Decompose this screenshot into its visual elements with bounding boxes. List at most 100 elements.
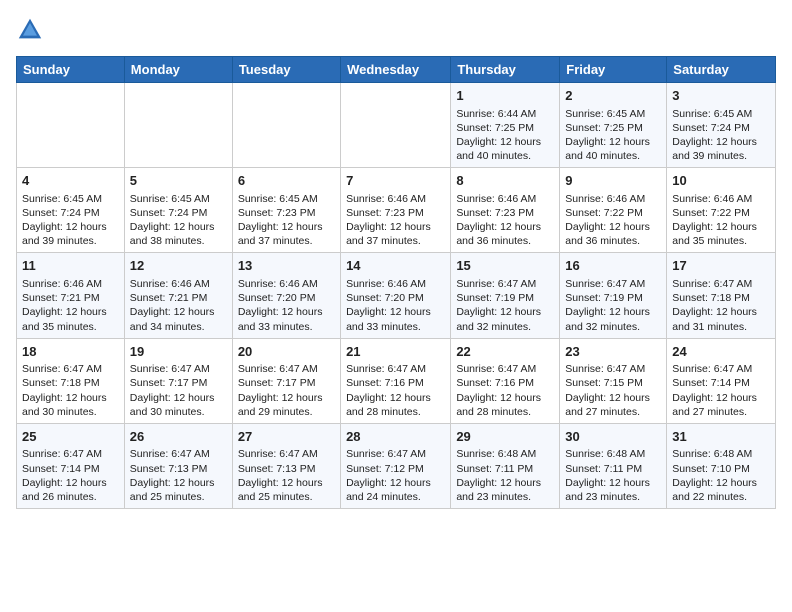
cell-text-line: Sunset: 7:13 PM — [238, 462, 335, 476]
cell-text-line: Daylight: 12 hours — [456, 305, 554, 319]
day-number: 8 — [456, 172, 554, 190]
cell-text-line: Sunset: 7:15 PM — [565, 376, 661, 390]
cell-text-line: Sunset: 7:16 PM — [346, 376, 445, 390]
cell-text-line: Sunset: 7:22 PM — [672, 206, 770, 220]
cell-text-line: Sunrise: 6:47 AM — [565, 277, 661, 291]
day-header-friday: Friday — [560, 57, 667, 83]
day-number: 19 — [130, 343, 227, 361]
calendar-cell — [341, 83, 451, 168]
cell-text-line: Sunrise: 6:45 AM — [672, 107, 770, 121]
day-number: 31 — [672, 428, 770, 446]
cell-content: 26Sunrise: 6:47 AMSunset: 7:13 PMDayligh… — [130, 428, 227, 504]
cell-text-line: Sunrise: 6:47 AM — [238, 362, 335, 376]
cell-text-line: and 22 minutes. — [672, 490, 770, 504]
calendar-cell: 24Sunrise: 6:47 AMSunset: 7:14 PMDayligh… — [667, 338, 776, 423]
calendar-cell: 11Sunrise: 6:46 AMSunset: 7:21 PMDayligh… — [17, 253, 125, 338]
day-number: 13 — [238, 257, 335, 275]
cell-text-line: Sunset: 7:25 PM — [565, 121, 661, 135]
cell-text-line: Sunrise: 6:45 AM — [238, 192, 335, 206]
cell-text-line: Sunset: 7:19 PM — [565, 291, 661, 305]
cell-text-line: Sunrise: 6:46 AM — [456, 192, 554, 206]
cell-text-line: and 38 minutes. — [130, 234, 227, 248]
cell-text-line: Daylight: 12 hours — [672, 391, 770, 405]
cell-text-line: and 23 minutes. — [565, 490, 661, 504]
cell-text-line: Sunset: 7:24 PM — [130, 206, 227, 220]
cell-text-line: and 31 minutes. — [672, 320, 770, 334]
cell-text-line: and 37 minutes. — [346, 234, 445, 248]
header — [16, 16, 776, 44]
cell-text-line: Daylight: 12 hours — [346, 220, 445, 234]
day-header-wednesday: Wednesday — [341, 57, 451, 83]
cell-text-line: and 34 minutes. — [130, 320, 227, 334]
day-number: 22 — [456, 343, 554, 361]
calendar-cell: 6Sunrise: 6:45 AMSunset: 7:23 PMDaylight… — [232, 168, 340, 253]
cell-text-line: Sunset: 7:22 PM — [565, 206, 661, 220]
cell-content: 15Sunrise: 6:47 AMSunset: 7:19 PMDayligh… — [456, 257, 554, 333]
cell-text-line: Sunset: 7:23 PM — [456, 206, 554, 220]
cell-text-line: and 35 minutes. — [22, 320, 119, 334]
calendar-cell: 25Sunrise: 6:47 AMSunset: 7:14 PMDayligh… — [17, 423, 125, 508]
cell-text-line: Daylight: 12 hours — [456, 391, 554, 405]
cell-text-line: and 33 minutes. — [238, 320, 335, 334]
day-number: 16 — [565, 257, 661, 275]
cell-content: 9Sunrise: 6:46 AMSunset: 7:22 PMDaylight… — [565, 172, 661, 248]
day-number: 27 — [238, 428, 335, 446]
cell-text-line: Sunrise: 6:48 AM — [456, 447, 554, 461]
cell-text-line: Sunset: 7:20 PM — [238, 291, 335, 305]
cell-text-line: Sunrise: 6:46 AM — [346, 192, 445, 206]
cell-text-line: Sunrise: 6:45 AM — [130, 192, 227, 206]
cell-text-line: Daylight: 12 hours — [22, 391, 119, 405]
cell-text-line: Daylight: 12 hours — [565, 135, 661, 149]
calendar-cell: 27Sunrise: 6:47 AMSunset: 7:13 PMDayligh… — [232, 423, 340, 508]
cell-text-line: Daylight: 12 hours — [456, 476, 554, 490]
cell-text-line: Sunrise: 6:45 AM — [565, 107, 661, 121]
calendar-cell: 19Sunrise: 6:47 AMSunset: 7:17 PMDayligh… — [124, 338, 232, 423]
calendar-cell: 5Sunrise: 6:45 AMSunset: 7:24 PMDaylight… — [124, 168, 232, 253]
cell-text-line: and 29 minutes. — [238, 405, 335, 419]
cell-text-line: Sunrise: 6:47 AM — [456, 277, 554, 291]
cell-text-line: Sunrise: 6:48 AM — [565, 447, 661, 461]
cell-content: 28Sunrise: 6:47 AMSunset: 7:12 PMDayligh… — [346, 428, 445, 504]
week-row-3: 18Sunrise: 6:47 AMSunset: 7:18 PMDayligh… — [17, 338, 776, 423]
cell-text-line: Sunset: 7:14 PM — [22, 462, 119, 476]
day-number: 6 — [238, 172, 335, 190]
cell-content: 7Sunrise: 6:46 AMSunset: 7:23 PMDaylight… — [346, 172, 445, 248]
calendar-cell: 30Sunrise: 6:48 AMSunset: 7:11 PMDayligh… — [560, 423, 667, 508]
calendar-cell: 9Sunrise: 6:46 AMSunset: 7:22 PMDaylight… — [560, 168, 667, 253]
cell-text-line: Sunset: 7:24 PM — [672, 121, 770, 135]
week-row-2: 11Sunrise: 6:46 AMSunset: 7:21 PMDayligh… — [17, 253, 776, 338]
calendar-cell: 23Sunrise: 6:47 AMSunset: 7:15 PMDayligh… — [560, 338, 667, 423]
day-number: 20 — [238, 343, 335, 361]
day-number: 28 — [346, 428, 445, 446]
cell-text-line: Daylight: 12 hours — [238, 391, 335, 405]
day-header-thursday: Thursday — [451, 57, 560, 83]
cell-text-line: Sunrise: 6:47 AM — [346, 362, 445, 376]
cell-content: 12Sunrise: 6:46 AMSunset: 7:21 PMDayligh… — [130, 257, 227, 333]
cell-text-line: Daylight: 12 hours — [565, 220, 661, 234]
cell-content: 25Sunrise: 6:47 AMSunset: 7:14 PMDayligh… — [22, 428, 119, 504]
cell-text-line: Daylight: 12 hours — [130, 220, 227, 234]
cell-text-line: and 24 minutes. — [346, 490, 445, 504]
cell-text-line: Daylight: 12 hours — [565, 305, 661, 319]
cell-content: 16 Sunrise: 6:47 AMSunset: 7:19 PMDayligh… — [565, 257, 661, 333]
cell-text-line: Daylight: 12 hours — [22, 476, 119, 490]
cell-content: 20Sunrise: 6:47 AMSunset: 7:17 PMDayligh… — [238, 343, 335, 419]
cell-text-line: Daylight: 12 hours — [238, 220, 335, 234]
day-number: 21 — [346, 343, 445, 361]
week-row-1: 4Sunrise: 6:45 AMSunset: 7:24 PMDaylight… — [17, 168, 776, 253]
cell-content: 30Sunrise: 6:48 AMSunset: 7:11 PMDayligh… — [565, 428, 661, 504]
cell-content: 10Sunrise: 6:46 AMSunset: 7:22 PMDayligh… — [672, 172, 770, 248]
calendar-body: 1Sunrise: 6:44 AMSunset: 7:25 PMDaylight… — [17, 83, 776, 509]
cell-text-line: Sunset: 7:20 PM — [346, 291, 445, 305]
cell-content: 5Sunrise: 6:45 AMSunset: 7:24 PMDaylight… — [130, 172, 227, 248]
cell-text-line: and 40 minutes. — [565, 149, 661, 163]
cell-text-line: Sunrise: 6:47 AM — [456, 362, 554, 376]
calendar-cell: 3Sunrise: 6:45 AMSunset: 7:24 PMDaylight… — [667, 83, 776, 168]
calendar-cell — [232, 83, 340, 168]
day-number: 29 — [456, 428, 554, 446]
cell-text-line: and 28 minutes. — [346, 405, 445, 419]
cell-content: 21Sunrise: 6:47 AMSunset: 7:16 PMDayligh… — [346, 343, 445, 419]
cell-text-line: Sunrise: 6:47 AM — [22, 362, 119, 376]
calendar-cell: 29Sunrise: 6:48 AMSunset: 7:11 PMDayligh… — [451, 423, 560, 508]
day-number: 14 — [346, 257, 445, 275]
